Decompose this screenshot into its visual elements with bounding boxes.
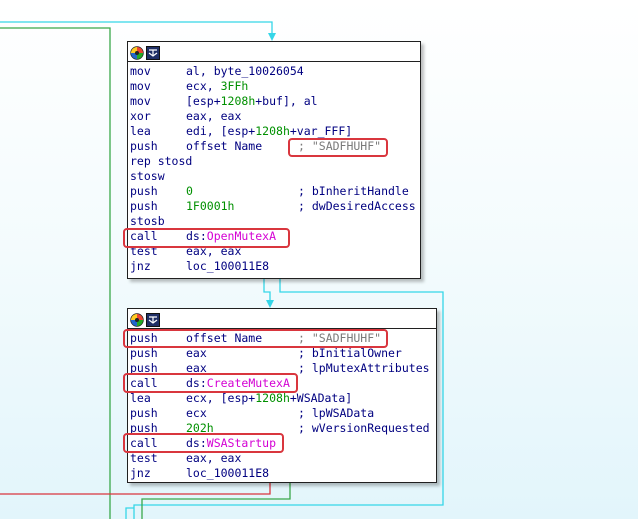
- mnemonic: push: [130, 406, 158, 420]
- operand: eax: [186, 361, 207, 375]
- mnemonic: push: [130, 346, 158, 360]
- asm-line[interactable]: lea ecx, [esp+1208h+WSAData]: [128, 391, 436, 406]
- operand: eax, eax: [186, 244, 242, 258]
- operand: 1F0001h: [186, 199, 235, 213]
- mnemonic: push: [130, 421, 158, 435]
- asm-line[interactable]: jnz loc_100011E8: [128, 259, 420, 274]
- asm-line[interactable]: call ds:CreateMutexA: [128, 376, 436, 391]
- operand: ds:OpenMutexA: [186, 229, 277, 243]
- operand: ds:CreateMutexA: [186, 376, 290, 390]
- operand: ecx, 3FFh: [186, 79, 249, 93]
- asm-line[interactable]: jnz loc_100011E8: [128, 466, 436, 481]
- operand: [esp+1208h+buf], al: [186, 94, 318, 108]
- string-comment: ; "SADFHUHF": [298, 331, 382, 345]
- block-header: [128, 42, 420, 62]
- jump-target[interactable]: loc_100011E8: [186, 466, 269, 481]
- mnemonic: jnz: [130, 466, 151, 480]
- edge-cyan-b2-arrow: [266, 300, 274, 308]
- mnemonic: push: [130, 184, 158, 198]
- asm-line[interactable]: push eax ; bInitialOwner: [128, 346, 436, 361]
- mnemonic: rep stosd: [130, 154, 193, 168]
- mnemonic: mov: [130, 64, 151, 78]
- asm-line[interactable]: push ecx ; lpWSAData: [128, 406, 436, 421]
- operand: eax: [186, 346, 207, 360]
- comment: ; bInheritHandle: [298, 184, 409, 198]
- mnemonic: call: [130, 229, 158, 243]
- mnemonic: jnz: [130, 259, 151, 273]
- operand: eax, eax: [186, 109, 242, 123]
- color-palette-icon[interactable]: [130, 45, 144, 60]
- edge-cyan-bottom-left: [125, 507, 134, 519]
- block-2-code: push offset Name ; "SADFHUHF" push eax ; bIn…: [128, 329, 436, 481]
- code-block-1[interactable]: mov al, byte_10026054 mov ecx, 3FFh mov [es…: [127, 41, 421, 279]
- mnemonic: test: [130, 451, 158, 465]
- operand: ecx, [esp+1208h+WSAData]: [186, 391, 353, 405]
- mnemonic: call: [130, 436, 158, 450]
- operand: offset Name: [186, 139, 263, 153]
- operand: edi, [esp+1208h+var_FFF]: [186, 124, 353, 138]
- mnemonic: mov: [130, 94, 151, 108]
- asm-line[interactable]: xor eax, eax: [128, 109, 420, 124]
- asm-line[interactable]: push eax ; lpMutexAttributes: [128, 361, 436, 376]
- edge-green-bottom: [141, 481, 291, 519]
- import-function[interactable]: WSAStartup: [207, 436, 276, 450]
- string-comment: ; "SADFHUHF": [298, 139, 382, 153]
- mnemonic: lea: [130, 124, 151, 138]
- edge-cyan-top-arrow: [268, 33, 276, 41]
- mnemonic: stosb: [130, 214, 165, 228]
- asm-line[interactable]: push offset Name ; "SADFHUHF": [128, 139, 420, 154]
- operand: ds:WSAStartup: [186, 436, 277, 450]
- graph-overview-icon[interactable]: [146, 45, 160, 60]
- asm-line[interactable]: stosb: [128, 214, 420, 229]
- mnemonic: xor: [130, 109, 151, 123]
- asm-line[interactable]: stosw: [128, 169, 420, 184]
- block-header: [128, 309, 436, 329]
- import-function[interactable]: CreateMutexA: [207, 376, 290, 390]
- graph-overview-icon[interactable]: [146, 312, 160, 327]
- edge-green-left: [0, 27, 111, 519]
- asm-line[interactable]: push offset Name ; "SADFHUHF": [128, 331, 436, 346]
- comment: ; dwDesiredAccess: [298, 199, 416, 213]
- asm-line[interactable]: call ds:WSAStartup: [128, 436, 436, 451]
- edge-cyan-b1-left: [263, 277, 271, 301]
- jump-target[interactable]: loc_100011E8: [186, 259, 269, 274]
- mnemonic: push: [130, 331, 158, 345]
- operand: eax, eax: [186, 451, 242, 465]
- mnemonic: lea: [130, 391, 151, 405]
- comment: ; wVersionRequested: [298, 421, 430, 435]
- asm-line[interactable]: push 1F0001h ; dwDesiredAccess: [128, 199, 420, 214]
- asm-line[interactable]: mov ecx, 3FFh: [128, 79, 420, 94]
- mnemonic: call: [130, 376, 158, 390]
- asm-line[interactable]: rep stosd: [128, 154, 420, 169]
- asm-line[interactable]: test eax, eax: [128, 451, 436, 466]
- operand: 0: [186, 184, 193, 198]
- mnemonic: push: [130, 139, 158, 153]
- asm-line[interactable]: test eax, eax: [128, 244, 420, 259]
- asm-line[interactable]: mov al, byte_10026054: [128, 64, 420, 79]
- color-palette-icon[interactable]: [130, 312, 144, 327]
- mnemonic: push: [130, 199, 158, 213]
- asm-line[interactable]: mov [esp+1208h+buf], al: [128, 94, 420, 109]
- mnemonic: stosw: [130, 169, 165, 183]
- mnemonic: push: [130, 361, 158, 375]
- asm-line[interactable]: call ds:OpenMutexA: [128, 229, 420, 244]
- comment: ; lpMutexAttributes: [298, 361, 430, 375]
- asm-line[interactable]: push 0 ; bInheritHandle: [128, 184, 420, 199]
- mnemonic: test: [130, 244, 158, 258]
- comment: ; bInitialOwner: [298, 346, 402, 360]
- operand: al, byte_10026054: [186, 64, 304, 78]
- operand: 202h: [186, 421, 214, 435]
- asm-line[interactable]: lea edi, [esp+1208h+var_FFF]: [128, 124, 420, 139]
- mnemonic: mov: [130, 79, 151, 93]
- operand: ecx: [186, 406, 207, 420]
- comment: ; lpWSAData: [298, 406, 375, 420]
- code-block-2[interactable]: push offset Name ; "SADFHUHF" push eax ; bIn…: [127, 308, 437, 483]
- import-function[interactable]: OpenMutexA: [207, 229, 276, 243]
- block-1-code: mov al, byte_10026054 mov ecx, 3FFh mov [es…: [128, 62, 420, 274]
- asm-line[interactable]: push 202h ; wVersionRequested: [128, 421, 436, 436]
- operand: offset Name: [186, 331, 263, 345]
